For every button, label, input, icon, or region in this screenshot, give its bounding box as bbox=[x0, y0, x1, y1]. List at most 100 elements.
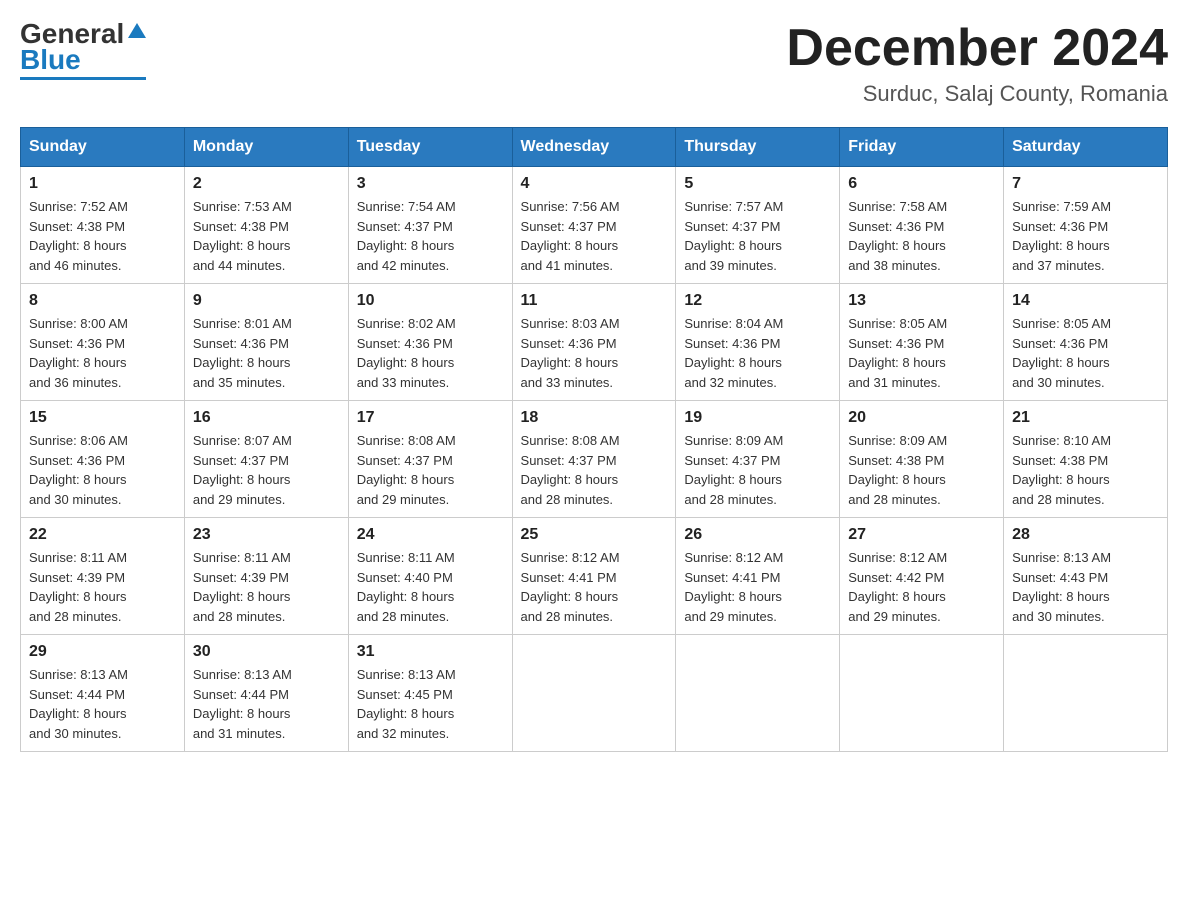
calendar-cell: 21Sunrise: 8:10 AMSunset: 4:38 PMDayligh… bbox=[1004, 401, 1168, 518]
calendar-cell: 1 Sunrise: 7:52 AMSunset: 4:38 PMDaylight… bbox=[21, 167, 185, 284]
logo-triangle-icon bbox=[128, 23, 146, 38]
calendar-cell: 29 Sunrise: 8:13 AMSunset: 4:44 PMDayligh… bbox=[21, 635, 185, 752]
day-info: Sunrise: 7:59 AMSunset: 4:36 PMDaylight:… bbox=[1012, 197, 1159, 275]
day-info: Sunrise: 8:05 AMSunset: 4:36 PMDaylight:… bbox=[1012, 314, 1159, 392]
day-info: Sunrise: 8:00 AMSunset: 4:36 PMDaylight:… bbox=[29, 314, 176, 392]
calendar-table: SundayMondayTuesdayWednesdayThursdayFrid… bbox=[20, 127, 1168, 752]
day-number: 9 bbox=[193, 292, 340, 310]
day-number: 25 bbox=[521, 526, 668, 544]
day-info: Sunrise: 8:12 AMSunset: 4:42 PMDaylight:… bbox=[848, 548, 995, 626]
day-info: Sunrise: 8:07 AMSunset: 4:37 PMDaylight:… bbox=[193, 431, 340, 509]
calendar-header: SundayMondayTuesdayWednesdayThursdayFrid… bbox=[21, 128, 1168, 167]
day-info: Sunrise: 8:11 AMSunset: 4:40 PMDaylight:… bbox=[357, 548, 504, 626]
calendar-row-1: 1 Sunrise: 7:52 AMSunset: 4:38 PMDaylight… bbox=[21, 167, 1168, 284]
day-number: 31 bbox=[357, 643, 504, 661]
day-number: 22 bbox=[29, 526, 176, 544]
calendar-subtitle: Surduc, Salaj County, Romania bbox=[786, 81, 1168, 107]
calendar-cell: 3Sunrise: 7:54 AMSunset: 4:37 PMDaylight… bbox=[348, 167, 512, 284]
calendar-cell: 26Sunrise: 8:12 AMSunset: 4:41 PMDayligh… bbox=[676, 518, 840, 635]
day-info: Sunrise: 8:12 AMSunset: 4:41 PMDaylight:… bbox=[684, 548, 831, 626]
day-info: Sunrise: 8:10 AMSunset: 4:38 PMDaylight:… bbox=[1012, 431, 1159, 509]
day-info: Sunrise: 7:57 AMSunset: 4:37 PMDaylight:… bbox=[684, 197, 831, 275]
calendar-cell: 27Sunrise: 8:12 AMSunset: 4:42 PMDayligh… bbox=[840, 518, 1004, 635]
calendar-cell: 19Sunrise: 8:09 AMSunset: 4:37 PMDayligh… bbox=[676, 401, 840, 518]
calendar-cell: 20 Sunrise: 8:09 AMSunset: 4:38 PMDayligh… bbox=[840, 401, 1004, 518]
calendar-cell: 18 Sunrise: 8:08 AMSunset: 4:37 PMDayligh… bbox=[512, 401, 676, 518]
day-number: 16 bbox=[193, 409, 340, 427]
logo-underline bbox=[20, 77, 146, 80]
calendar-cell: 7 Sunrise: 7:59 AMSunset: 4:36 PMDaylight… bbox=[1004, 167, 1168, 284]
day-info: Sunrise: 8:11 AMSunset: 4:39 PMDaylight:… bbox=[29, 548, 176, 626]
header-cell-friday: Friday bbox=[840, 128, 1004, 167]
calendar-cell: 30Sunrise: 8:13 AMSunset: 4:44 PMDayligh… bbox=[184, 635, 348, 752]
calendar-cell: 24 Sunrise: 8:11 AMSunset: 4:40 PMDayligh… bbox=[348, 518, 512, 635]
calendar-cell: 14 Sunrise: 8:05 AMSunset: 4:36 PMDayligh… bbox=[1004, 284, 1168, 401]
day-number: 20 bbox=[848, 409, 995, 427]
day-number: 11 bbox=[521, 292, 668, 310]
calendar-cell bbox=[512, 635, 676, 752]
day-number: 17 bbox=[357, 409, 504, 427]
calendar-cell bbox=[1004, 635, 1168, 752]
day-number: 5 bbox=[684, 175, 831, 193]
header-cell-tuesday: Tuesday bbox=[348, 128, 512, 167]
calendar-cell: 31 Sunrise: 8:13 AMSunset: 4:45 PMDayligh… bbox=[348, 635, 512, 752]
day-info: Sunrise: 8:11 AMSunset: 4:39 PMDaylight:… bbox=[193, 548, 340, 626]
calendar-cell bbox=[840, 635, 1004, 752]
day-info: Sunrise: 8:03 AMSunset: 4:36 PMDaylight:… bbox=[521, 314, 668, 392]
day-info: Sunrise: 7:53 AMSunset: 4:38 PMDaylight:… bbox=[193, 197, 340, 275]
calendar-cell: 12Sunrise: 8:04 AMSunset: 4:36 PMDayligh… bbox=[676, 284, 840, 401]
calendar-cell: 10Sunrise: 8:02 AMSunset: 4:36 PMDayligh… bbox=[348, 284, 512, 401]
day-number: 7 bbox=[1012, 175, 1159, 193]
day-number: 12 bbox=[684, 292, 831, 310]
day-info: Sunrise: 8:13 AMSunset: 4:44 PMDaylight:… bbox=[193, 665, 340, 743]
day-number: 2 bbox=[193, 175, 340, 193]
day-number: 15 bbox=[29, 409, 176, 427]
calendar-cell: 2 Sunrise: 7:53 AMSunset: 4:38 PMDaylight… bbox=[184, 167, 348, 284]
header-cell-monday: Monday bbox=[184, 128, 348, 167]
calendar-cell: 22 Sunrise: 8:11 AMSunset: 4:39 PMDayligh… bbox=[21, 518, 185, 635]
logo-blue-text: Blue bbox=[20, 46, 81, 74]
logo: General Blue bbox=[20, 20, 146, 80]
calendar-row-5: 29 Sunrise: 8:13 AMSunset: 4:44 PMDayligh… bbox=[21, 635, 1168, 752]
calendar-cell bbox=[676, 635, 840, 752]
day-info: Sunrise: 8:06 AMSunset: 4:36 PMDaylight:… bbox=[29, 431, 176, 509]
day-number: 24 bbox=[357, 526, 504, 544]
day-number: 29 bbox=[29, 643, 176, 661]
day-info: Sunrise: 8:13 AMSunset: 4:45 PMDaylight:… bbox=[357, 665, 504, 743]
calendar-row-3: 15 Sunrise: 8:06 AMSunset: 4:36 PMDayligh… bbox=[21, 401, 1168, 518]
day-number: 1 bbox=[29, 175, 176, 193]
day-number: 23 bbox=[193, 526, 340, 544]
day-info: Sunrise: 8:08 AMSunset: 4:37 PMDaylight:… bbox=[357, 431, 504, 509]
calendar-cell: 28Sunrise: 8:13 AMSunset: 4:43 PMDayligh… bbox=[1004, 518, 1168, 635]
day-info: Sunrise: 8:08 AMSunset: 4:37 PMDaylight:… bbox=[521, 431, 668, 509]
calendar-cell: 11 Sunrise: 8:03 AMSunset: 4:36 PMDayligh… bbox=[512, 284, 676, 401]
day-number: 3 bbox=[357, 175, 504, 193]
calendar-cell: 25Sunrise: 8:12 AMSunset: 4:41 PMDayligh… bbox=[512, 518, 676, 635]
day-number: 14 bbox=[1012, 292, 1159, 310]
calendar-cell: 5 Sunrise: 7:57 AMSunset: 4:37 PMDaylight… bbox=[676, 167, 840, 284]
day-number: 18 bbox=[521, 409, 668, 427]
day-number: 13 bbox=[848, 292, 995, 310]
calendar-cell: 16 Sunrise: 8:07 AMSunset: 4:37 PMDayligh… bbox=[184, 401, 348, 518]
day-info: Sunrise: 8:09 AMSunset: 4:38 PMDaylight:… bbox=[848, 431, 995, 509]
day-number: 10 bbox=[357, 292, 504, 310]
page-header: General Blue December 2024 Surduc, Salaj… bbox=[20, 20, 1168, 107]
day-number: 19 bbox=[684, 409, 831, 427]
day-number: 4 bbox=[521, 175, 668, 193]
day-info: Sunrise: 8:13 AMSunset: 4:44 PMDaylight:… bbox=[29, 665, 176, 743]
day-number: 6 bbox=[848, 175, 995, 193]
calendar-cell: 6 Sunrise: 7:58 AMSunset: 4:36 PMDaylight… bbox=[840, 167, 1004, 284]
calendar-title: December 2024 bbox=[786, 20, 1168, 77]
day-info: Sunrise: 7:56 AMSunset: 4:37 PMDaylight:… bbox=[521, 197, 668, 275]
day-number: 8 bbox=[29, 292, 176, 310]
day-info: Sunrise: 7:52 AMSunset: 4:38 PMDaylight:… bbox=[29, 197, 176, 275]
calendar-row-2: 8 Sunrise: 8:00 AMSunset: 4:36 PMDaylight… bbox=[21, 284, 1168, 401]
day-info: Sunrise: 8:01 AMSunset: 4:36 PMDaylight:… bbox=[193, 314, 340, 392]
calendar-row-4: 22 Sunrise: 8:11 AMSunset: 4:39 PMDayligh… bbox=[21, 518, 1168, 635]
calendar-cell: 17 Sunrise: 8:08 AMSunset: 4:37 PMDayligh… bbox=[348, 401, 512, 518]
day-number: 28 bbox=[1012, 526, 1159, 544]
header-row: SundayMondayTuesdayWednesdayThursdayFrid… bbox=[21, 128, 1168, 167]
header-cell-wednesday: Wednesday bbox=[512, 128, 676, 167]
day-info: Sunrise: 7:58 AMSunset: 4:36 PMDaylight:… bbox=[848, 197, 995, 275]
calendar-cell: 4 Sunrise: 7:56 AMSunset: 4:37 PMDaylight… bbox=[512, 167, 676, 284]
